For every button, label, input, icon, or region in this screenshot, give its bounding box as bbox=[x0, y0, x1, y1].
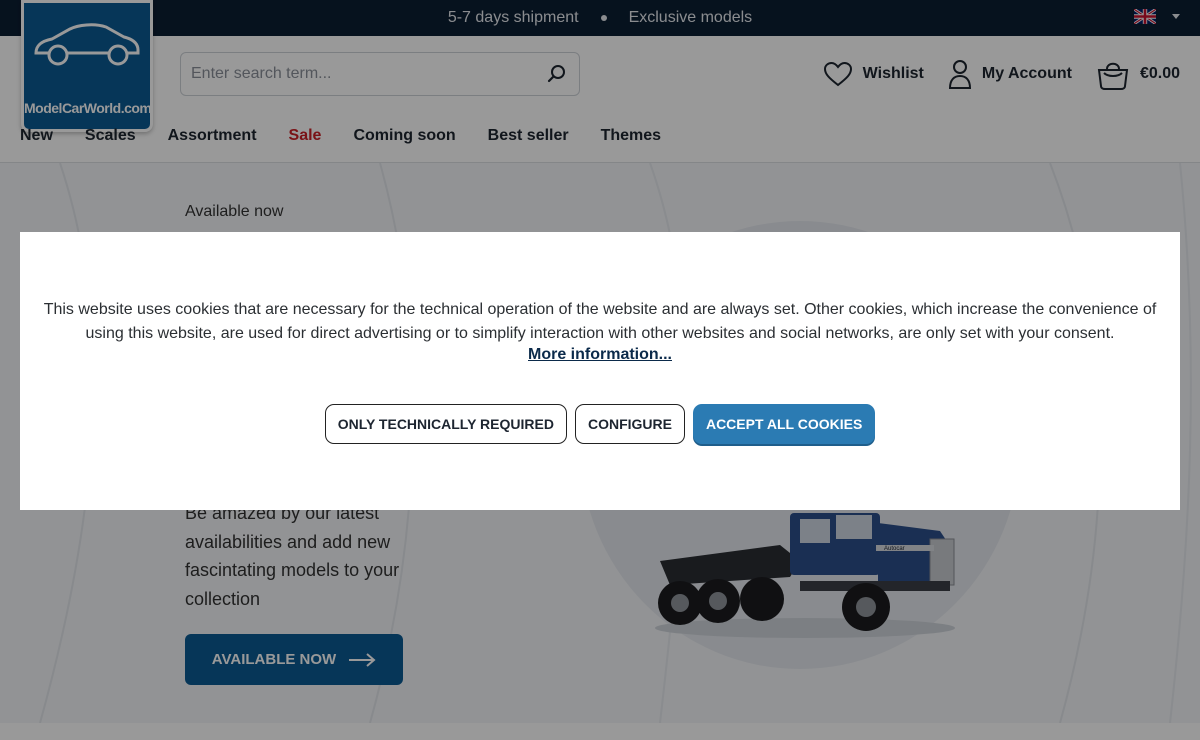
accept-all-cookies-button[interactable]: ACCEPT ALL COOKIES bbox=[692, 404, 876, 444]
only-technical-button[interactable]: ONLY TECHNICALLY REQUIRED bbox=[324, 404, 567, 444]
cookie-buttons: ONLY TECHNICALLY REQUIRED CONFIGURE ACCE… bbox=[20, 404, 1180, 444]
configure-button[interactable]: CONFIGURE bbox=[574, 404, 685, 444]
cookie-consent-dialog: This website uses cookies that are neces… bbox=[20, 232, 1180, 510]
more-information-link[interactable]: More information... bbox=[20, 346, 1180, 364]
cookie-message: This website uses cookies that are neces… bbox=[43, 301, 1157, 342]
